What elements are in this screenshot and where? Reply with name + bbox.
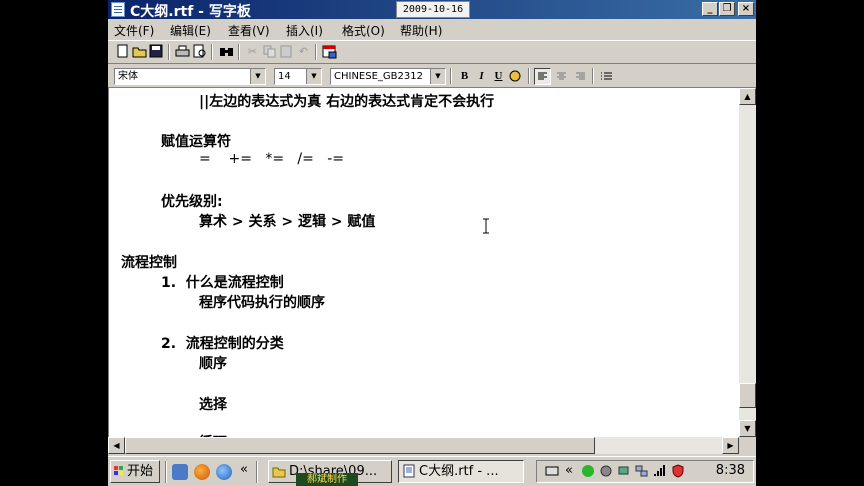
- scroll-left-icon[interactable]: ◀: [108, 437, 125, 454]
- align-center-icon[interactable]: [553, 68, 570, 85]
- doc-line: 1. 什么是流程控制: [161, 275, 284, 291]
- screen: C大纲.rtf - 写字板 2009-10-16 _ ❐ × 文件(F) 编辑(…: [108, 0, 756, 486]
- doc-line: 程序代码执行的顺序: [199, 295, 325, 311]
- toolbar-separator: [315, 44, 317, 60]
- system-tray: « 8:38: [536, 460, 754, 483]
- wordpad-icon: [403, 464, 415, 478]
- font-size-value: 14: [278, 71, 291, 82]
- toolbar-separator: [238, 44, 240, 60]
- doc-line: ||左边的表达式为真 右边的表达式肯定不会执行: [199, 94, 495, 110]
- find-icon[interactable]: [218, 43, 235, 60]
- green-status-icon[interactable]: [581, 464, 595, 478]
- toolbar: ✂ ↶: [108, 40, 756, 64]
- bold-button[interactable]: B: [456, 68, 473, 85]
- signal-icon[interactable]: [653, 464, 667, 478]
- cut-icon[interactable]: ✂: [244, 43, 261, 60]
- script-value: CHINESE_GB2312: [334, 71, 423, 82]
- clock[interactable]: 8:38: [716, 463, 745, 478]
- font-size-select[interactable]: 14 ▼: [274, 68, 322, 85]
- vertical-scrollbar[interactable]: ▲ ▼: [739, 88, 756, 437]
- task-wordpad[interactable]: C大纲.rtf - ...: [398, 460, 524, 483]
- scroll-right-icon[interactable]: ▶: [722, 437, 739, 454]
- menu-file[interactable]: 文件(F): [114, 22, 154, 39]
- watermark-label: 郝斌制作: [296, 473, 358, 486]
- tray-expand-icon[interactable]: «: [565, 463, 573, 478]
- scroll-down-icon[interactable]: ▼: [739, 420, 756, 437]
- underline-button[interactable]: U: [490, 68, 507, 85]
- scroll-up-icon[interactable]: ▲: [739, 88, 756, 105]
- menu-edit[interactable]: 编辑(E): [170, 22, 211, 39]
- bullets-icon[interactable]: [598, 68, 615, 85]
- network-icon[interactable]: [617, 464, 631, 478]
- doc-line: 优先级别:: [161, 194, 223, 210]
- close-button[interactable]: ×: [738, 2, 754, 16]
- chevron-down-icon[interactable]: ▼: [250, 69, 265, 84]
- color-icon[interactable]: [507, 68, 524, 85]
- vertical-scroll-thumb[interactable]: [739, 383, 756, 408]
- format-bar: 宋体 ▼ 14 ▼ CHINESE_GB2312 ▼ B I U: [108, 65, 756, 88]
- network-activity-icon[interactable]: [635, 464, 649, 478]
- undo-icon[interactable]: ↶: [295, 43, 312, 60]
- toolbar-separator: [528, 68, 530, 84]
- horizontal-scrollbar[interactable]: ◀ ▶: [108, 437, 739, 454]
- script-select[interactable]: CHINESE_GB2312 ▼: [330, 68, 446, 85]
- internet-explorer-icon[interactable]: [216, 464, 232, 480]
- keyboard-icon[interactable]: [545, 464, 559, 478]
- taskbar-separator: [256, 461, 258, 483]
- minimize-button[interactable]: _: [702, 2, 718, 16]
- taskbar-separator: [165, 461, 167, 483]
- menu-bar: 文件(F) 编辑(E) 查看(V) 插入(I) 格式(O) 帮助(H): [108, 19, 756, 39]
- menu-help[interactable]: 帮助(H): [400, 22, 442, 39]
- align-left-icon[interactable]: [534, 68, 551, 85]
- toolbar-separator: [168, 44, 170, 60]
- italic-button[interactable]: I: [473, 68, 490, 85]
- gear-icon[interactable]: [599, 464, 613, 478]
- doc-line: 顺序: [199, 356, 227, 372]
- doc-line: 选择: [199, 397, 227, 413]
- text-cursor-icon: [483, 218, 489, 234]
- firefox-icon[interactable]: [194, 464, 210, 480]
- title-bar[interactable]: C大纲.rtf - 写字板 2009-10-16 _ ❐ ×: [108, 0, 756, 20]
- task-wordpad-label: C大纲.rtf - ...: [419, 464, 499, 479]
- doc-line: 赋值运算符: [161, 134, 231, 150]
- print-preview-icon[interactable]: [191, 43, 208, 60]
- security-shield-icon[interactable]: [671, 464, 685, 478]
- copy-icon[interactable]: [261, 43, 278, 60]
- menu-view[interactable]: 查看(V): [228, 22, 270, 39]
- insert-datetime-icon[interactable]: [321, 43, 338, 60]
- window-title: C大纲.rtf - 写字板: [130, 4, 251, 20]
- toolbar-separator: [211, 44, 213, 60]
- document-area[interactable]: ||左边的表达式为真 右边的表达式肯定不会执行 赋值运算符 = += *= /=…: [108, 88, 739, 437]
- date-overlay: 2009-10-16: [396, 1, 470, 18]
- restore-button[interactable]: ❐: [719, 2, 735, 16]
- doc-line: 2. 流程控制的分类: [161, 336, 284, 352]
- doc-line: 流程控制: [121, 255, 177, 271]
- align-right-icon[interactable]: [572, 68, 589, 85]
- start-label: 开始: [127, 464, 154, 479]
- horizontal-scroll-thumb[interactable]: [125, 437, 595, 454]
- menu-insert[interactable]: 插入(I): [286, 22, 323, 39]
- toolbar-separator: [450, 68, 452, 84]
- save-icon[interactable]: [148, 43, 165, 60]
- show-desktop-icon[interactable]: [172, 464, 188, 480]
- quicklaunch-overflow-icon[interactable]: «: [240, 462, 248, 477]
- chevron-down-icon[interactable]: ▼: [306, 69, 321, 84]
- start-button[interactable]: 开始: [110, 460, 160, 483]
- print-icon[interactable]: [174, 43, 191, 60]
- open-icon[interactable]: [131, 43, 148, 60]
- menu-format[interactable]: 格式(O): [342, 22, 385, 39]
- taskbar: 开始 « D:\share\09... C大纲.rtf - ... « 8:38: [108, 456, 756, 486]
- doc-line: 算术 > 关系 > 逻辑 > 赋值: [199, 214, 376, 230]
- folder-icon: [272, 467, 286, 478]
- font-name-value: 宋体: [118, 71, 138, 82]
- paste-icon[interactable]: [278, 43, 295, 60]
- toolbar-separator: [592, 68, 594, 84]
- new-icon[interactable]: [114, 43, 131, 60]
- font-name-select[interactable]: 宋体 ▼: [114, 68, 266, 85]
- scrollbar-corner: [739, 437, 756, 454]
- windows-logo-icon: [114, 466, 123, 475]
- chevron-down-icon[interactable]: ▼: [430, 69, 445, 84]
- document-icon: [111, 2, 125, 17]
- doc-line: = += *= /= -=: [199, 151, 345, 167]
